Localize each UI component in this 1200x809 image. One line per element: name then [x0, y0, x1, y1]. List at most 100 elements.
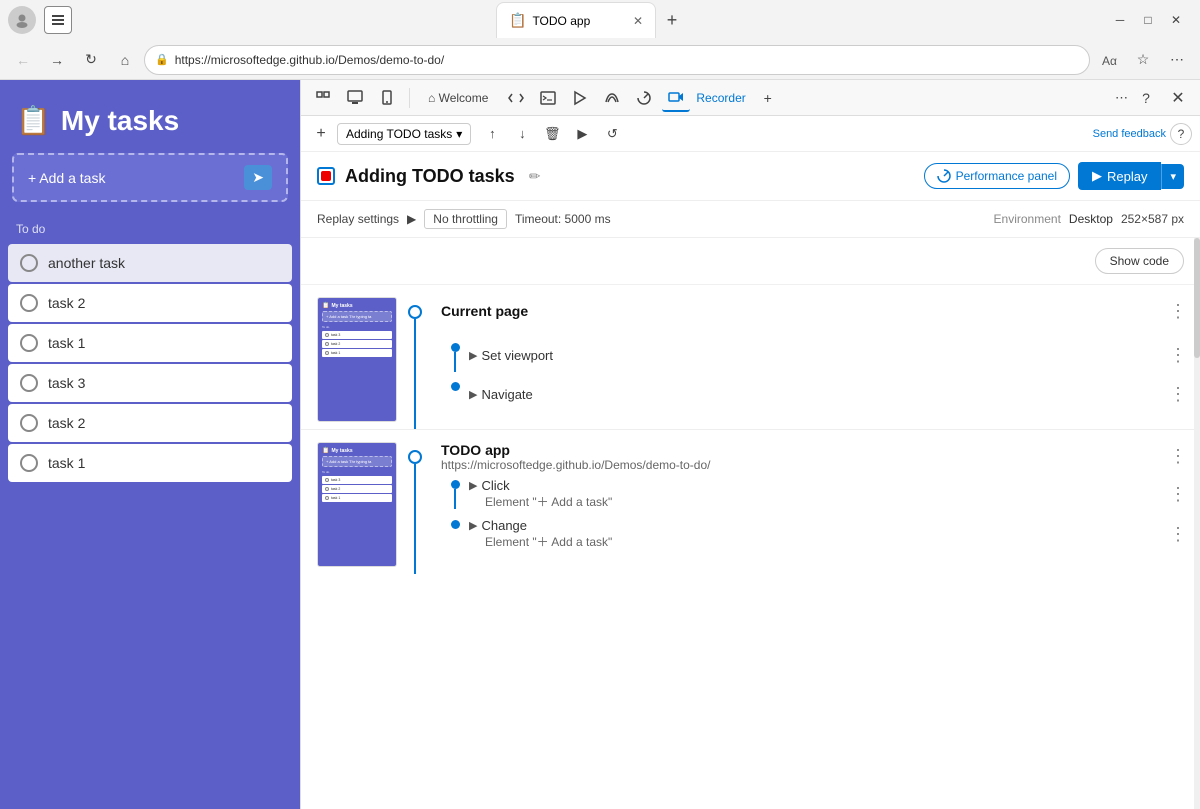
- close-devtools-btn[interactable]: ✕: [1164, 84, 1192, 112]
- user-avatar[interactable]: [8, 6, 36, 34]
- todo-app-title: My tasks: [61, 105, 179, 137]
- devtools-toolbar: ⌂ Welcome: [301, 80, 1200, 116]
- tab-performance[interactable]: [630, 84, 658, 112]
- change-desc: Element "＋ Add a task": [485, 533, 612, 550]
- viewport-more-btn[interactable]: ⋮: [1164, 341, 1192, 369]
- task-item[interactable]: task 2: [8, 404, 292, 442]
- task-checkbox[interactable]: [20, 414, 38, 432]
- sub-step-set-viewport: ▶ Set viewport ⋮: [441, 341, 1192, 372]
- task-item[interactable]: another task: [8, 244, 292, 282]
- devtools-panel: ⌂ Welcome: [300, 80, 1200, 809]
- task-checkbox[interactable]: [20, 254, 38, 272]
- browser-window: 📋 TODO app ✕ + ─ □ ✕ ← → ↻ ⌂ 🔒 https://m…: [0, 0, 1200, 809]
- back-btn[interactable]: ←: [8, 45, 38, 75]
- browser-tabs: 📋 TODO app ✕ +: [496, 2, 688, 38]
- inspect-tool[interactable]: [341, 84, 369, 112]
- task-checkbox[interactable]: [20, 294, 38, 312]
- refresh-btn[interactable]: ↻: [76, 45, 106, 75]
- replay-settings-left: Replay settings ▶ No throttling Timeout:…: [317, 209, 611, 229]
- task-label: task 3: [48, 375, 85, 391]
- task-checkbox[interactable]: [20, 454, 38, 472]
- recorder-add-btn[interactable]: +: [309, 122, 333, 146]
- send-feedback-link[interactable]: Send feedback: [1093, 128, 1166, 140]
- move-down-btn[interactable]: ↓: [509, 121, 535, 147]
- add-panel-btn[interactable]: +: [754, 84, 782, 112]
- minimize-btn[interactable]: ─: [1112, 12, 1128, 28]
- show-code-btn[interactable]: Show code: [1095, 248, 1184, 274]
- click-desc: Element "＋ Add a task": [485, 493, 612, 510]
- click-line: [454, 489, 456, 509]
- change-more-btn[interactable]: ⋮: [1164, 520, 1192, 548]
- step2-thumbnail: 📋 My tasks + Add a task Thr typing ta To…: [317, 442, 397, 567]
- new-tab-button[interactable]: +: [656, 4, 688, 36]
- home-btn[interactable]: ⌂: [110, 45, 140, 75]
- nav-right-buttons: Aα ☆ ⋯: [1094, 45, 1192, 75]
- step1-more-btn[interactable]: ⋮: [1164, 297, 1192, 325]
- maximize-btn[interactable]: □: [1140, 12, 1156, 28]
- replay-settings-right: Environment Desktop 252×587 px: [994, 212, 1184, 226]
- play-btn[interactable]: ▶: [569, 121, 595, 147]
- tab-recorder-btn[interactable]: [662, 84, 690, 112]
- favorites-btn[interactable]: ☆: [1128, 45, 1158, 75]
- step2-more-btn[interactable]: ⋮: [1164, 442, 1192, 470]
- viewport-dot: [451, 343, 460, 352]
- expand-arrow-click: ▶: [469, 479, 477, 492]
- step2-content: TODO app https://microsoftedge.github.io…: [433, 442, 1200, 550]
- element-picker-tool[interactable]: [309, 84, 337, 112]
- change-label: ▶ Change: [469, 518, 612, 533]
- device-tool[interactable]: [373, 84, 401, 112]
- tab-debugger[interactable]: [566, 84, 594, 112]
- url-text: https://microsoftedge.github.io/Demos/de…: [175, 53, 444, 67]
- play-icon: ▶: [1092, 168, 1102, 184]
- task-checkbox[interactable]: [20, 374, 38, 392]
- step2-timeline-circle: [408, 450, 422, 464]
- recording-selector[interactable]: Adding TODO tasks ▾: [337, 123, 471, 145]
- todo-app-sidebar: 📋 My tasks + Add a task ➤ To do another …: [0, 80, 300, 809]
- task-item[interactable]: task 1: [8, 324, 292, 362]
- task-item[interactable]: task 1: [8, 444, 292, 482]
- throttle-badge[interactable]: No throttling: [424, 209, 507, 229]
- change-dot: [451, 520, 460, 529]
- task-item[interactable]: task 2: [8, 284, 292, 322]
- task-checkbox[interactable]: [20, 334, 38, 352]
- browser-menu-btn[interactable]: ⋯: [1162, 45, 1192, 75]
- replay-dropdown-btn[interactable]: ▾: [1161, 164, 1184, 189]
- task-label: task 1: [48, 335, 85, 351]
- tab-console[interactable]: [534, 84, 562, 112]
- forward-btn[interactable]: →: [42, 45, 72, 75]
- delete-btn[interactable]: 🗑: [539, 121, 565, 147]
- steps-scrollbar[interactable]: [1194, 238, 1200, 809]
- navigate-more-btn[interactable]: ⋮: [1164, 380, 1192, 408]
- title-bar-left: [8, 6, 72, 34]
- timeout-badge: Timeout: 5000 ms: [515, 212, 611, 226]
- replay-settings-label: Replay settings: [317, 212, 399, 226]
- todo-header: 📋 My tasks: [0, 80, 300, 153]
- settings-expand-icon[interactable]: ▶: [407, 212, 416, 226]
- read-aloud-btn[interactable]: Aα: [1094, 45, 1124, 75]
- expand-arrow-icon2: ▶: [469, 388, 477, 401]
- move-up-btn[interactable]: ↑: [479, 121, 505, 147]
- add-task-button[interactable]: + Add a task ➤: [12, 153, 288, 202]
- tab-network[interactable]: [598, 84, 626, 112]
- loop-btn[interactable]: ↺: [599, 121, 625, 147]
- address-bar[interactable]: 🔒 https://microsoftedge.github.io/Demos/…: [144, 45, 1090, 75]
- tab-welcome[interactable]: ⌂ Welcome: [418, 87, 498, 109]
- scrollbar-thumb[interactable]: [1194, 238, 1200, 358]
- click-label: ▶ Click: [469, 478, 612, 493]
- tab-close-btn[interactable]: ✕: [633, 14, 643, 28]
- replay-main-btn[interactable]: ▶ Replay: [1078, 162, 1161, 190]
- edit-title-icon[interactable]: ✏: [529, 168, 541, 185]
- task-item[interactable]: task 3: [8, 364, 292, 402]
- performance-panel-btn[interactable]: Performance panel: [924, 163, 1070, 189]
- help-btn[interactable]: ?: [1132, 84, 1160, 112]
- active-tab[interactable]: 📋 TODO app ✕: [496, 2, 656, 38]
- click-more-btn[interactable]: ⋮: [1164, 480, 1192, 508]
- expand-arrow-icon: ▶: [469, 349, 477, 362]
- recorder-help-btn[interactable]: ?: [1170, 123, 1192, 145]
- click-dot: [451, 480, 460, 489]
- close-btn[interactable]: ✕: [1168, 12, 1184, 28]
- recording-header: Adding TODO tasks ✏ Performance panel ▶ …: [301, 152, 1200, 201]
- sidebar-toggle-btn[interactable]: [44, 6, 72, 34]
- tab-code[interactable]: [502, 84, 530, 112]
- more-options-btn[interactable]: ⋯: [1115, 90, 1128, 106]
